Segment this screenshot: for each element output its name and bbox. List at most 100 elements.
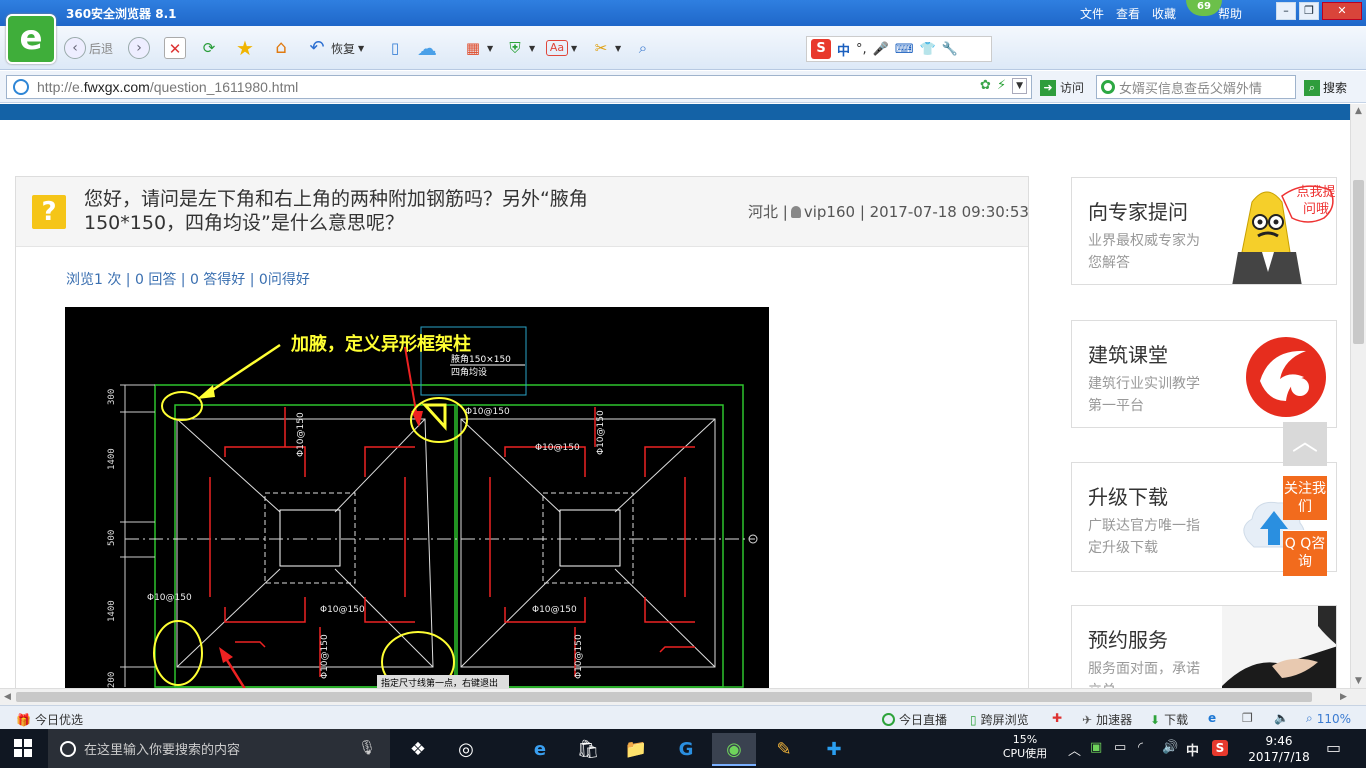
translate-button[interactable]: Aa ▼ xyxy=(546,36,577,60)
ime-mode[interactable]: 中 xyxy=(837,40,850,59)
chevron-up-icon[interactable]: ︿ xyxy=(1068,740,1081,759)
health-button[interactable]: ✚ xyxy=(1052,711,1062,725)
today-pick-button[interactable]: 🎁 今日优选 xyxy=(16,711,83,728)
today-live-button[interactable]: 今日直播 xyxy=(882,711,947,728)
url-dropdown-icon[interactable]: ▼ xyxy=(1012,78,1027,94)
punctuation-icon[interactable]: °, xyxy=(856,42,867,57)
plus-app-icon[interactable]: ✚ xyxy=(812,733,856,766)
security-button[interactable]: ⛨ ▼ xyxy=(504,36,535,60)
cloud-button[interactable]: ☁ xyxy=(416,36,438,60)
file-explorer-icon[interactable]: 📁 xyxy=(614,733,658,766)
zoom-button[interactable]: ⌕ xyxy=(632,36,654,60)
volume-button[interactable]: 🔈 xyxy=(1274,711,1289,725)
handshake-image xyxy=(1222,606,1336,688)
restore-button[interactable]: ↶ 恢复 ▼ xyxy=(306,36,364,60)
stop-button[interactable]: ✕ xyxy=(164,36,186,60)
edge-icon[interactable]: e xyxy=(518,733,562,766)
nvidia-icon[interactable]: ▣ xyxy=(1090,740,1102,755)
qq-consult-button[interactable]: Q Q咨询 xyxy=(1283,530,1327,576)
cross-screen-button[interactable]: ▯ 跨屏浏览 xyxy=(970,711,1029,728)
ime-toolbar: S 中 °, 🎤 ⌨ 👕 🔧 xyxy=(806,36,992,62)
reload-icon[interactable]: ✿ xyxy=(980,78,991,94)
swirl-app-icon[interactable]: ◎ xyxy=(444,733,488,766)
apps-button[interactable]: ▦ ▼ xyxy=(462,36,493,60)
ask-expert-card[interactable]: 向专家提问 业界最权威专家为您解答 点我提问哦 xyxy=(1071,177,1337,285)
search-input[interactable]: 女婿买信息查岳父婿外情 xyxy=(1096,75,1296,99)
taskbar-search-placeholder: 在这里输入你要搜索的内容 xyxy=(84,743,241,758)
address-bar: http://e.fwxgx.com/question_1611980.html… xyxy=(0,71,1366,103)
question-user[interactable]: vip160 xyxy=(804,203,855,221)
360-browser-icon[interactable]: ◉ xyxy=(712,733,756,766)
cpu-label: CPU使用 xyxy=(1002,747,1048,760)
menu-view[interactable]: 查看 xyxy=(1116,5,1140,22)
accelerator-button[interactable]: ✈ 加速器 xyxy=(1082,711,1132,728)
visit-button[interactable]: ➜ 访问 xyxy=(1040,79,1084,96)
screenshot-button[interactable]: ✂ ▼ xyxy=(590,36,621,60)
notes-app-icon[interactable]: ✎ xyxy=(762,733,806,766)
favorite-button[interactable]: ★ xyxy=(234,36,256,60)
back-button[interactable]: ‹ 后退 xyxy=(64,36,113,60)
menu-file[interactable]: 文件 xyxy=(1080,5,1104,22)
scroll-left-icon[interactable]: ◀ xyxy=(4,692,11,702)
battery-icon[interactable]: ▭ xyxy=(1114,740,1126,755)
rebar-label: Φ10@150 xyxy=(320,605,365,615)
app-title: 360安全浏览器 8.1 xyxy=(66,7,177,21)
wrench-icon[interactable]: 🔧 xyxy=(942,42,958,57)
horizontal-scrollbar[interactable]: ◀ ▶ xyxy=(0,688,1366,705)
sogou-icon[interactable]: S xyxy=(811,39,831,59)
play-icon xyxy=(882,713,895,726)
service-card[interactable]: 预约服务 服务面对面，承诺立兑 xyxy=(1071,605,1337,688)
sogou-tray-icon[interactable]: S xyxy=(1212,740,1228,756)
window-mode-button[interactable]: ❐ xyxy=(1242,711,1253,725)
volume-icon[interactable]: 🔊 xyxy=(1162,740,1178,755)
search-button[interactable]: ⌕ 搜索 xyxy=(1304,79,1347,96)
scroll-down-icon[interactable]: ▼ xyxy=(1355,676,1362,686)
task-view-icon[interactable]: ❖ xyxy=(396,733,440,766)
store-icon[interactable]: 🛍 xyxy=(566,733,610,766)
home-button[interactable]: ⌂ xyxy=(270,36,292,60)
home-icon: ⌂ xyxy=(275,37,287,58)
scroll-up-icon[interactable]: ▲ xyxy=(1355,106,1362,116)
back-to-top-button[interactable]: ︿ xyxy=(1283,422,1327,466)
toolbar: ‹ 后退 › ✕ ⟳ ★ ⌂ ↶ 恢复 ▼ ▯ ☁ ▦ ▼ ⛨ ▼ Aa ▼ ✂ ▼ ⌕… xyxy=(0,26,1366,70)
microphone-icon[interactable]: 🎤 xyxy=(873,42,889,57)
notification-icon[interactable]: ▭ xyxy=(1326,738,1341,757)
horizontal-scroll-thumb[interactable] xyxy=(16,692,1312,702)
question-meta: 河北 | vip160 | 2017-07-18 09:30:53 xyxy=(748,203,1029,221)
zoom-level-button[interactable]: ⌕ 110% xyxy=(1306,711,1351,726)
follow-us-button[interactable]: 关注我们 xyxy=(1283,476,1327,520)
gift-icon: 🎁 xyxy=(16,712,31,727)
browser-logo[interactable]: e xyxy=(6,14,56,64)
mobile-button[interactable]: ▯ xyxy=(384,36,406,60)
taskbar-search[interactable]: 在这里输入你要搜索的内容 🎙 xyxy=(48,729,390,768)
question-header: ? 您好，请问是左下角和右上角的两种附加钢筋吗？另外“腋角150*150，四角均… xyxy=(16,177,1029,247)
shirt-icon[interactable]: 👕 xyxy=(920,42,936,57)
refresh-button[interactable]: ⟳ xyxy=(198,36,220,60)
wifi-icon[interactable]: ◜ xyxy=(1138,740,1143,755)
dim-label: 200 xyxy=(107,672,117,688)
vertical-scrollbar[interactable]: ▲ ▼ xyxy=(1350,104,1366,688)
menu-help[interactable]: 帮助 xyxy=(1218,5,1242,22)
lightning-icon[interactable]: ⚡ xyxy=(997,78,1006,94)
cpu-usage[interactable]: 15% CPU使用 xyxy=(994,729,1056,768)
minimize-button[interactable]: – xyxy=(1276,2,1296,20)
close-button[interactable]: ✕ xyxy=(1322,2,1362,20)
scroll-right-icon[interactable]: ▶ xyxy=(1340,692,1347,702)
download-button[interactable]: ⬇ 下载 xyxy=(1150,711,1188,728)
glodon-app-icon[interactable]: G xyxy=(664,733,708,766)
forward-button[interactable]: › xyxy=(128,36,150,60)
url-field[interactable]: http://e.fwxgx.com/question_1611980.html… xyxy=(6,75,1032,99)
question-time: 2017-07-18 09:30:53 xyxy=(869,203,1029,221)
vertical-scroll-thumb[interactable] xyxy=(1353,180,1364,344)
course-card[interactable]: 建筑课堂 建筑行业实训教学第一平台 xyxy=(1071,320,1337,428)
ime-indicator[interactable]: 中 xyxy=(1186,740,1199,759)
cad-drawing-image[interactable]: 300 1400 500 1400 200 Φ10@150 Φ10@150 Φ1… xyxy=(65,307,769,688)
menu-favorites[interactable]: 收藏 xyxy=(1152,5,1176,22)
maximize-button[interactable]: ❐ xyxy=(1299,2,1319,20)
search-label: 搜索 xyxy=(1323,81,1348,95)
microphone-icon[interactable]: 🎙 xyxy=(358,740,376,756)
ie-mode-button[interactable]: e xyxy=(1208,711,1216,725)
clock[interactable]: 9:46 2017/7/18 xyxy=(1244,729,1314,768)
windows-start-icon[interactable] xyxy=(14,739,32,757)
keyboard-icon[interactable]: ⌨ xyxy=(895,42,914,57)
